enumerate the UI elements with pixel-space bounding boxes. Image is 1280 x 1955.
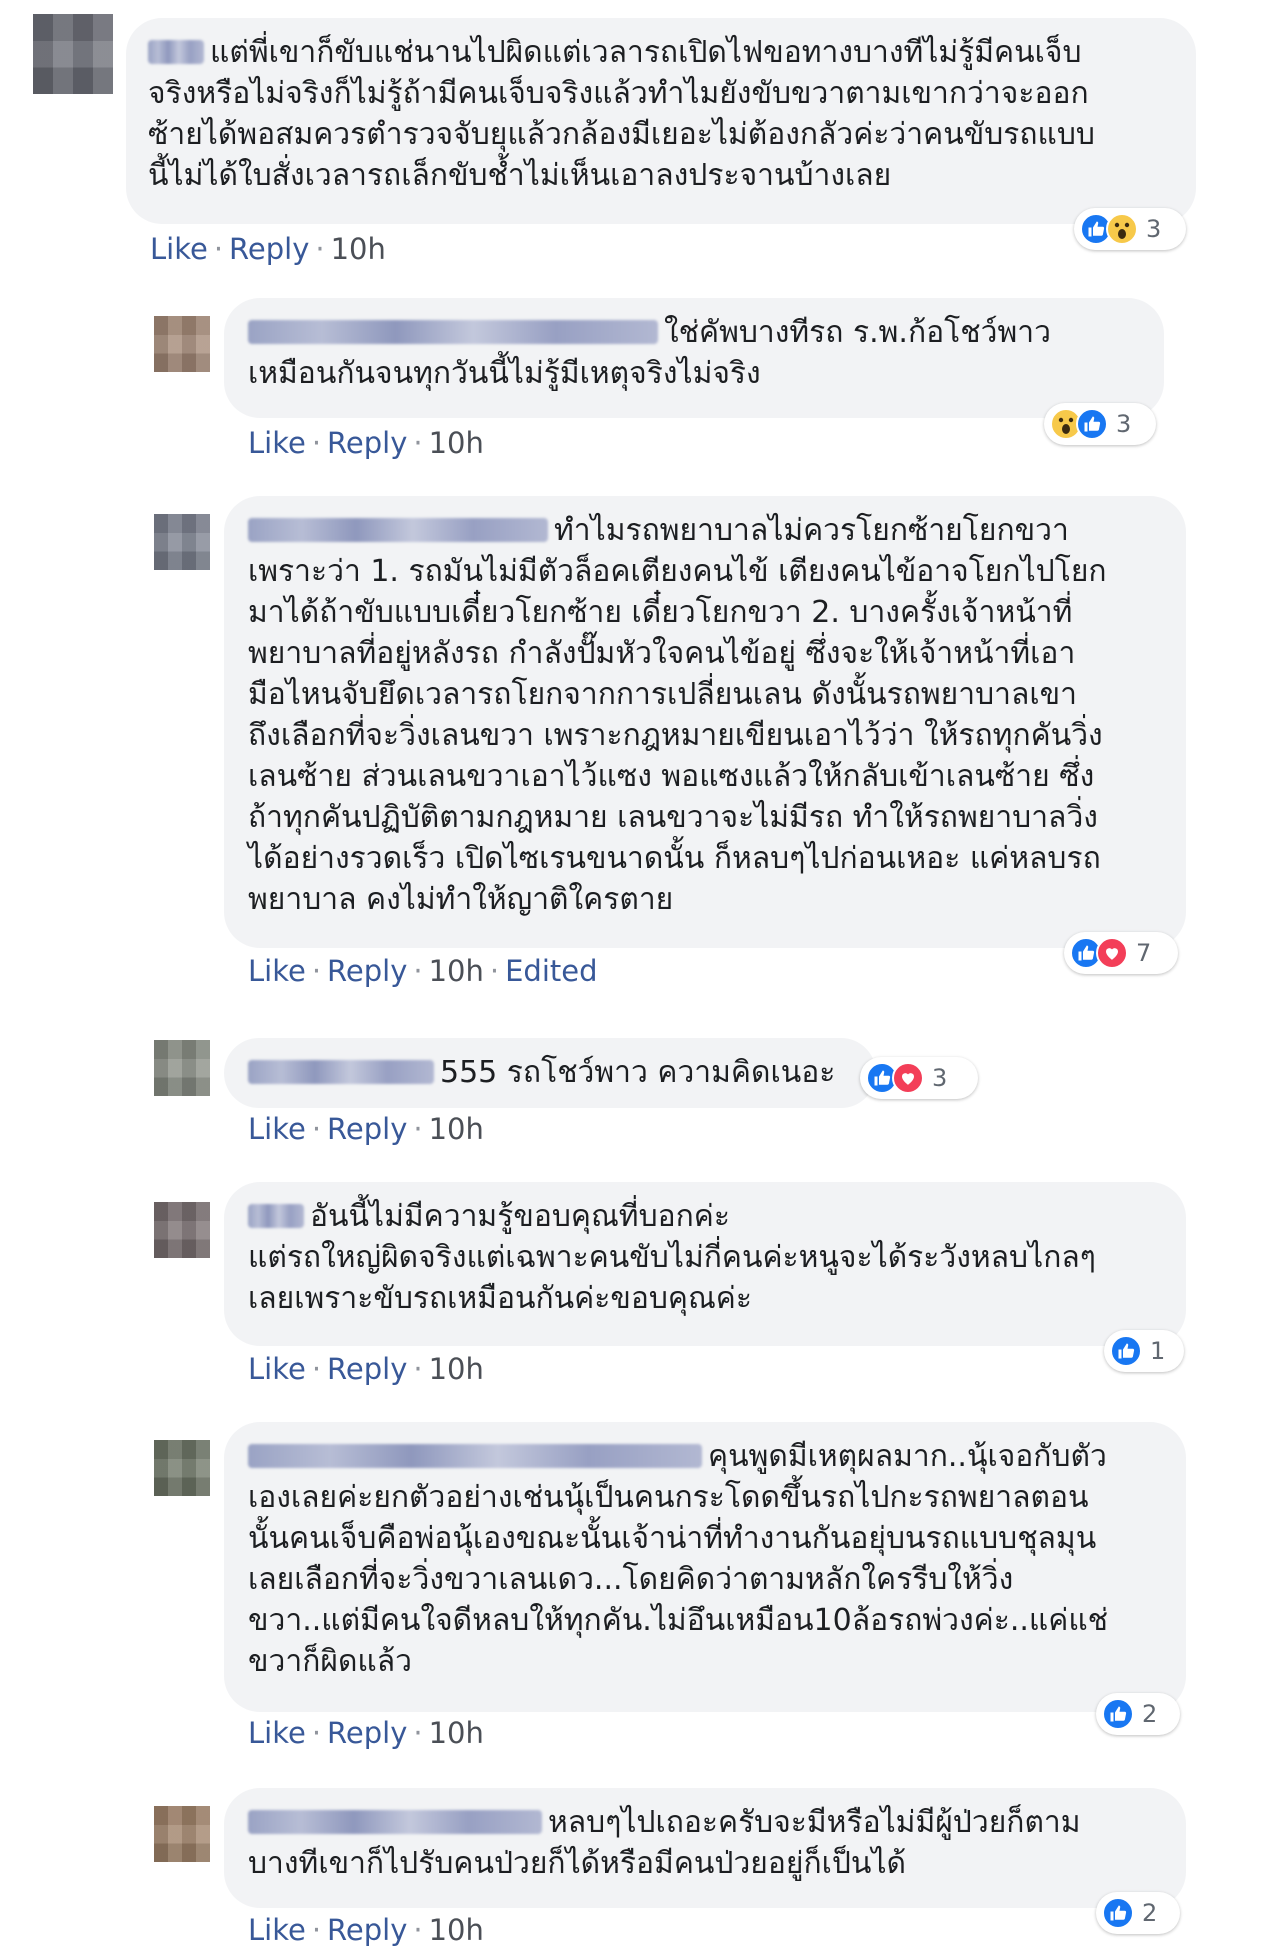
comment-bubble: ใช่คัพบางทีรถ ร.พ.ก้อโชว์พาว เหมือนกันจน… bbox=[224, 298, 1164, 418]
reaction-count: 2 bbox=[1142, 1899, 1158, 1927]
reactions-badge[interactable]: 3 bbox=[1044, 403, 1156, 445]
reply-link[interactable]: Reply bbox=[327, 1112, 407, 1146]
reply-link[interactable]: Reply bbox=[327, 954, 407, 988]
comment-text: เลยเพราะขับรถเหมือนกันค่ะขอบคุณค่ะ bbox=[248, 1281, 752, 1316]
timestamp[interactable]: 10h bbox=[429, 1716, 484, 1750]
reply-link[interactable]: Reply bbox=[327, 1913, 407, 1947]
comment-text: แต่รถใหญ่ผิดจริงแต่เฉพาะคนขับไม่กี่คนค่ะ… bbox=[248, 1240, 1096, 1275]
comment-actions: Like · Reply · 10h · Edited bbox=[248, 954, 598, 988]
avatar[interactable] bbox=[154, 514, 210, 570]
comment-actions: Like · Reply · 10h bbox=[248, 1112, 484, 1146]
like-link[interactable]: Like bbox=[248, 1716, 306, 1750]
reactions-badge[interactable]: 2 bbox=[1096, 1693, 1180, 1735]
timestamp[interactable]: 10h bbox=[429, 426, 484, 460]
comment-text: แต่พี่เขาก็ขับแช่นานไปผิดแต่เวลารถเปิดไฟ… bbox=[210, 35, 1082, 70]
comment-bubble: คุนพูดมีเหตุผลมาก..นุ้เจอกับตัว เองเลยค่… bbox=[224, 1422, 1186, 1712]
comment-text: คุนพูดมีเหตุผลมาก..นุ้เจอกับตัว bbox=[708, 1439, 1107, 1474]
comment-text: บางทีเขาก็ไปรับคนป่วยก็ได้หรือมีคนป่วยอย… bbox=[248, 1846, 907, 1881]
avatar[interactable] bbox=[154, 1440, 210, 1496]
author-name[interactable] bbox=[248, 1444, 702, 1468]
reply-link[interactable]: Reply bbox=[327, 426, 407, 460]
love-reaction-icon bbox=[892, 1062, 924, 1094]
timestamp[interactable]: 10h bbox=[331, 232, 386, 266]
edited-link[interactable]: Edited bbox=[505, 954, 597, 988]
comment-text: ถึงเลือกที่จะวิ่งเลนขวา เพราะกฎหมายเขียน… bbox=[248, 718, 1103, 753]
comment-text: นั้นคนเจ็บคือพ่อนุ้เองขณะนั้นเจ้าน่าที่ท… bbox=[248, 1521, 1097, 1556]
timestamp[interactable]: 10h bbox=[429, 1352, 484, 1386]
reactions-badge[interactable]: 1 bbox=[1104, 1330, 1184, 1372]
reply-link[interactable]: Reply bbox=[229, 232, 309, 266]
comment-bubble: แต่พี่เขาก็ขับแช่นานไปผิดแต่เวลารถเปิดไฟ… bbox=[126, 18, 1196, 224]
reactions-badge[interactable]: 3 bbox=[1074, 208, 1186, 250]
like-link[interactable]: Like bbox=[248, 1112, 306, 1146]
wow-reaction-icon bbox=[1106, 213, 1138, 245]
comment-text: ขวาก็ผิดแล้ว bbox=[248, 1644, 412, 1679]
like-link[interactable]: Like bbox=[248, 426, 306, 460]
comment-text: มือไหนจับยึดเวลารถโยกจากการเปลี่ยนเลน ดั… bbox=[248, 677, 1077, 712]
reaction-count: 1 bbox=[1150, 1337, 1166, 1365]
comment-text: เลนซ้าย ส่วนเลนขวาเอาไว้แซง พอแซงแล้วให้… bbox=[248, 759, 1095, 794]
author-name[interactable] bbox=[148, 40, 204, 64]
timestamp[interactable]: 10h bbox=[429, 1112, 484, 1146]
avatar[interactable] bbox=[33, 14, 113, 94]
comment-actions: Like · Reply · 10h bbox=[150, 232, 386, 266]
comment-bubble: หลบๆไปเถอะครับจะมีหรือไม่มีผู้ป่วยก็ตาม … bbox=[224, 1788, 1186, 1908]
comment-bubble: อันนี้ไม่มีความรู้ขอบคุณที่บอกค่ะ แต่รถใ… bbox=[224, 1182, 1186, 1346]
comment-text: ซ้ายได้พอสมควรตำรวจจับยุแล้วกล้องมีเยอะไ… bbox=[148, 117, 1095, 152]
comment-text: เองเลยค่ะยกตัวอย่างเช่นนุ้เป็นคนกระโดดขึ… bbox=[248, 1480, 1089, 1515]
reaction-count: 2 bbox=[1142, 1700, 1158, 1728]
comment-bubble: ทำไมรถพยาบาลไม่ควรโยกซ้ายโยกขวา เพราะว่า… bbox=[224, 496, 1186, 948]
reactions-badge[interactable]: 2 bbox=[1096, 1892, 1180, 1934]
like-link[interactable]: Like bbox=[248, 1913, 306, 1947]
reaction-count: 3 bbox=[1116, 410, 1132, 438]
comment-text: เลยเลือกที่จะวิ่งขวาเลนเดว...โดยคิดว่าตา… bbox=[248, 1562, 1014, 1597]
timestamp[interactable]: 10h bbox=[429, 1913, 484, 1947]
comment-text: พยาบาลที่อยู่หลังรถ กำลังปั๊มหัวใจคนไข้อ… bbox=[248, 636, 1076, 671]
comment-text: ทำไมรถพยาบาลไม่ควรโยกซ้ายโยกขวา bbox=[554, 513, 1069, 548]
comment-text: เหมือนกันจนทุกวันนี้ไม่รู้มีเหตุจริงไม่จ… bbox=[248, 356, 761, 391]
like-reaction-icon bbox=[1102, 1897, 1134, 1929]
reaction-count: 3 bbox=[932, 1064, 948, 1092]
reply-link[interactable]: Reply bbox=[327, 1352, 407, 1386]
comment-text: ใช่คัพบางทีรถ ร.พ.ก้อโชว์พาว bbox=[664, 315, 1051, 350]
like-reaction-icon bbox=[1076, 408, 1108, 440]
reaction-count: 3 bbox=[1146, 215, 1162, 243]
avatar[interactable] bbox=[154, 1806, 210, 1862]
like-link[interactable]: Like bbox=[150, 232, 208, 266]
reactions-badge[interactable]: 3 bbox=[860, 1057, 978, 1099]
like-link[interactable]: Like bbox=[248, 1352, 306, 1386]
author-name[interactable] bbox=[248, 1060, 434, 1084]
comment-text: ขวา..แต่มีคนใจดีหลบให้ทุกคัน.ไม่อึนเหมือ… bbox=[248, 1603, 1109, 1638]
timestamp[interactable]: 10h bbox=[429, 954, 484, 988]
author-name[interactable] bbox=[248, 320, 658, 344]
comment-text: 555 รถโชว์พาว ความคิดเนอะ bbox=[440, 1055, 836, 1090]
author-name[interactable] bbox=[248, 1204, 304, 1228]
comment-text: เพราะว่า 1. รถมันไม่มีตัวล็อคเตียงคนไข้ … bbox=[248, 554, 1107, 589]
comment-actions: Like · Reply · 10h bbox=[248, 1913, 484, 1947]
comment-text: อันนี้ไม่มีความรู้ขอบคุณที่บอกค่ะ bbox=[310, 1199, 730, 1234]
comment-actions: Like · Reply · 10h bbox=[248, 1716, 484, 1750]
reactions-badge[interactable]: 7 bbox=[1064, 932, 1178, 974]
love-reaction-icon bbox=[1096, 937, 1128, 969]
comment-text: จริงหรือไม่จริงก็ไม่รู้ถ้ามีคนเจ็บจริงแล… bbox=[148, 76, 1089, 111]
avatar[interactable] bbox=[154, 316, 210, 372]
comment-text: ถ้าทุกคันปฏิบัติตามกฎหมาย เลนขวาจะไม่มีร… bbox=[248, 800, 1098, 835]
comment-actions: Like · Reply · 10h bbox=[248, 426, 484, 460]
avatar[interactable] bbox=[154, 1040, 210, 1096]
comment-actions: Like · Reply · 10h bbox=[248, 1352, 484, 1386]
reaction-count: 7 bbox=[1136, 939, 1152, 967]
like-link[interactable]: Like bbox=[248, 954, 306, 988]
comment-text: หลบๆไปเถอะครับจะมีหรือไม่มีผู้ป่วยก็ตาม bbox=[548, 1805, 1081, 1840]
comment-bubble: 555 รถโชว์พาว ความคิดเนอะ bbox=[224, 1038, 876, 1108]
comment-text: นี้ไม่ได้ใบสั่งเวลารถเล็กขับช้ำไม่เห็นเอ… bbox=[148, 158, 892, 193]
author-name[interactable] bbox=[248, 518, 548, 542]
like-reaction-icon bbox=[1102, 1698, 1134, 1730]
reply-link[interactable]: Reply bbox=[327, 1716, 407, 1750]
comment-text: พยาบาล คงไม่ทำให้ญาติใครตาย bbox=[248, 882, 674, 917]
author-name[interactable] bbox=[248, 1810, 542, 1834]
comment-text: มาได้ถ้าขับแบบเดี๋ยวโยกซ้าย เดี๋ยวโยกขวา… bbox=[248, 595, 1073, 630]
avatar[interactable] bbox=[154, 1202, 210, 1258]
like-reaction-icon bbox=[1110, 1335, 1142, 1367]
comment-text: ได้อย่างรวดเร็ว เปิดไซเรนขนาดนั้น ก็หลบๆ… bbox=[248, 841, 1101, 876]
